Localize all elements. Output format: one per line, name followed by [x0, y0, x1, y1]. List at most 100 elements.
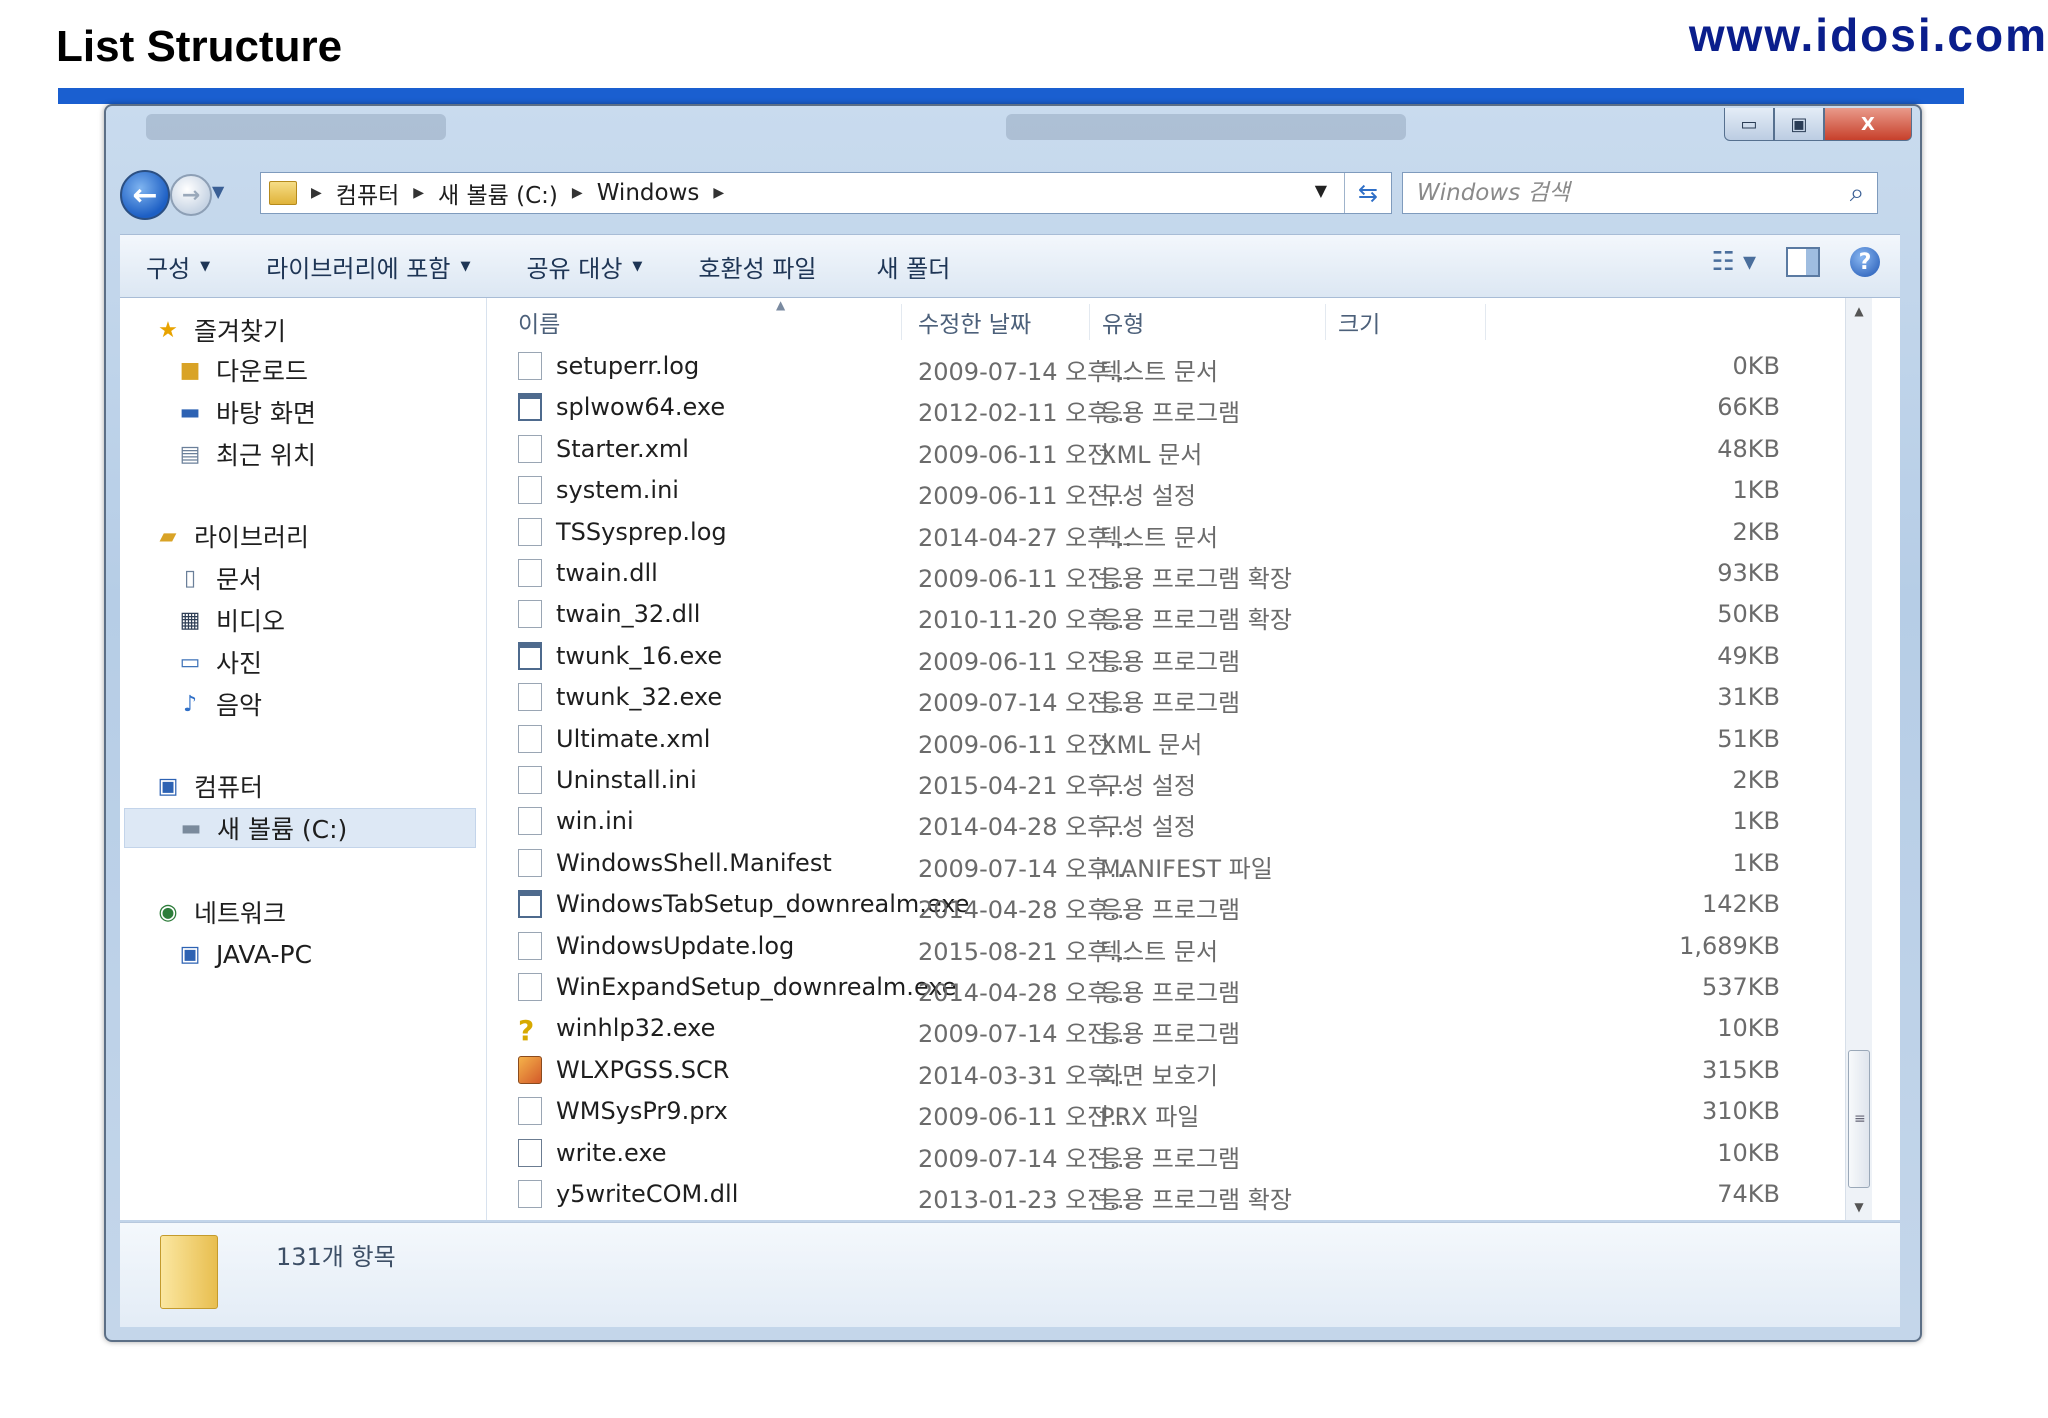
close-button[interactable]: X [1824, 108, 1912, 141]
file-row[interactable]: Uninstall.ini 2015-04-21 오후... 구성 설정 2KB [488, 762, 1780, 802]
preview-pane-icon[interactable] [1786, 247, 1820, 277]
breadcrumb-windows[interactable]: Windows [597, 180, 700, 206]
scrollbar-thumb[interactable]: ≡ [1848, 1050, 1870, 1188]
log-file-icon [518, 517, 542, 546]
breadcrumb-separator-icon[interactable]: ▶ [413, 185, 424, 201]
file-row[interactable]: twain_32.dll 2010-11-20 오후... 응용 프로그램 확장 50… [488, 596, 1780, 636]
file-row[interactable]: twain.dll 2009-06-11 오전... 응용 프로그램 확장 93KB [488, 555, 1780, 595]
log-file-icon [518, 848, 542, 877]
address-bar[interactable]: ▶ 컴퓨터 ▶ 새 볼륨 (C:) ▶ Windows ▶ ▼ ⇆ [260, 172, 1392, 214]
search-box: ⌕ [1402, 172, 1878, 214]
file-row[interactable]: TSSysprep.log 2014-04-27 오후... 텍스트 문서 2KB [488, 514, 1780, 554]
file-row[interactable]: write.exe 2009-07-14 오전... 응용 프로그램 10KB [488, 1135, 1780, 1175]
file-row[interactable]: twunk_32.exe 2009-07-14 오전... 응용 프로그램 31KB [488, 679, 1780, 719]
chevron-down-icon: ▼ [200, 258, 211, 274]
nav-item-label: 최근 위치 [216, 441, 316, 470]
file-size: 1,689KB [1679, 931, 1780, 960]
nav-item-java-pc[interactable]: ▣ JAVA-PC [176, 936, 312, 972]
file-name: twain_32.dll [556, 600, 701, 629]
vertical-scrollbar[interactable]: ▲ ≡ ▼ [1845, 298, 1872, 1220]
nav-item-documents[interactable]: ▯ 문서 [176, 560, 262, 596]
nav-item-music[interactable]: ♪ 음악 [176, 686, 262, 722]
recent-pages-dropdown[interactable]: ▼ [212, 182, 224, 201]
write-file-icon [518, 1138, 542, 1167]
column-header-date[interactable]: 수정한 날짜 [906, 304, 1090, 340]
address-dropdown-icon[interactable]: ▼ [1315, 181, 1327, 200]
log-file-icon [518, 352, 542, 380]
column-header-size[interactable]: 크기 [1326, 304, 1486, 340]
nav-item-videos[interactable]: ▦ 비디오 [176, 602, 285, 638]
file-type: 응용 프로그램 확장 [1100, 1186, 1292, 1214]
forward-button[interactable]: → [170, 174, 212, 216]
file-name: Uninstall.ini [556, 766, 697, 794]
share-with-menu[interactable]: 공유 대상 ▼ [526, 249, 642, 284]
scroll-down-icon[interactable]: ▼ [1846, 1194, 1872, 1220]
file-size: 1KB [1732, 807, 1780, 836]
nav-computer[interactable]: ▣ 컴퓨터 [154, 768, 263, 804]
computer-icon: ▣ [179, 941, 201, 967]
back-button[interactable]: ← [120, 170, 170, 220]
maximize-button[interactable]: ▣ [1774, 108, 1824, 141]
scroll-up-icon[interactable]: ▲ [1846, 298, 1872, 324]
nav-computer-label: 컴퓨터 [194, 773, 264, 802]
nav-item-recent-places[interactable]: ▤ 최근 위치 [176, 436, 316, 472]
search-icon[interactable]: ⌕ [1837, 178, 1877, 209]
nav-item-label: 음악 [216, 691, 263, 720]
grip-icon: ≡ [1854, 1111, 1866, 1127]
file-size: 10KB [1717, 1014, 1780, 1043]
nav-favorites[interactable]: ★ 즐겨찾기 [154, 312, 286, 348]
breadcrumb-separator-icon[interactable]: ▶ [713, 185, 724, 201]
nav-item-downloads[interactable]: ■ 다운로드 [176, 352, 308, 388]
nav-libraries[interactable]: ▰ 라이브러리 [154, 518, 309, 554]
file-name: win.ini [556, 807, 634, 836]
explorer-window: ▭ ▣ X ← → ▼ ▶ 컴퓨터 ▶ 새 볼륨 (C:) ▶ Windows … [104, 104, 1922, 1342]
nav-network[interactable]: ◉ 네트워크 [154, 894, 286, 930]
column-header-name[interactable]: 이름 ▲ [506, 298, 902, 340]
file-row[interactable]: WindowsUpdate.log 2015-08-21 오후... 텍스트 문서 1… [488, 928, 1780, 968]
breadcrumb-separator-icon[interactable]: ▶ [572, 185, 583, 201]
file-row[interactable]: win.ini 2014-04-28 오후... 구성 설정 1KB [488, 803, 1780, 843]
navigation-row: ← → ▼ ▶ 컴퓨터 ▶ 새 볼륨 (C:) ▶ Windows ▶ ▼ ⇆ … [120, 168, 1908, 220]
file-row[interactable]: y5writeCOM.dll 2013-01-23 오전... 응용 프로그램 확장… [488, 1176, 1780, 1216]
file-name: twunk_32.exe [556, 683, 723, 712]
breadcrumb-separator-icon[interactable]: ▶ [311, 185, 322, 201]
file-type: 구성 설정 [1100, 482, 1196, 511]
share-with-label: 공유 대상 [526, 254, 623, 283]
pictures-icon: ▭ [179, 649, 201, 675]
file-name: WindowsTabSetup_downrealm.exe [556, 890, 970, 919]
search-input[interactable] [1415, 179, 1837, 207]
file-size: 310KB [1701, 1097, 1780, 1126]
file-size: 1KB [1732, 848, 1780, 877]
compatibility-files-button[interactable]: 호환성 파일 [698, 249, 816, 284]
refresh-button[interactable]: ⇆ [1344, 173, 1391, 213]
file-row[interactable]: WindowsShell.Manifest 2009-07-14 오후... MAN… [488, 845, 1780, 885]
item-count: 131개 항목 [276, 1243, 396, 1271]
file-size: 315KB [1701, 1055, 1780, 1084]
file-row[interactable]: Ultimate.xml 2009-06-11 오전... XML 문서 51KB [488, 721, 1780, 761]
change-view-icon[interactable]: ☷ ▾ [1711, 247, 1756, 277]
file-row[interactable]: system.ini 2009-06-11 오전... 구성 설정 1KB [488, 472, 1780, 512]
downloads-folder-icon: ■ [179, 357, 201, 383]
file-row[interactable]: WindowsTabSetup_downrealm.exe 2014-04-28 … [488, 886, 1780, 926]
nav-item-label: 비디오 [216, 607, 286, 636]
nav-item-volume-c[interactable]: ▬ 새 볼륨 (C:) [124, 808, 476, 848]
file-row[interactable]: WinExpandSetup_downrealm.exe 2014-04-28 오… [488, 969, 1780, 1009]
new-folder-button[interactable]: 새 폴더 [876, 249, 950, 284]
file-row[interactable]: WMSysPr9.prx 2009-06-11 오전... PRX 파일 310KB [488, 1093, 1780, 1133]
scr-file-icon [518, 1055, 542, 1084]
help-icon[interactable]: ? [1850, 247, 1880, 277]
minimize-button[interactable]: ▭ [1724, 108, 1774, 141]
nav-item-desktop[interactable]: ▬ 바탕 화면 [176, 394, 316, 430]
file-row[interactable]: splwow64.exe 2012-02-11 오후... 응용 프로그램 66KB [488, 389, 1780, 429]
organize-menu[interactable]: 구성 ▼ [146, 249, 210, 284]
nav-item-pictures[interactable]: ▭ 사진 [176, 644, 262, 680]
column-header-type[interactable]: 유형 [1090, 304, 1326, 340]
breadcrumb-volume-c[interactable]: 새 볼륨 (C:) [438, 176, 558, 210]
file-row[interactable]: setuperr.log 2009-07-14 오후... 텍스트 문서 0KB [488, 348, 1780, 388]
file-row[interactable]: twunk_16.exe 2009-06-11 오전... 응용 프로그램 49KB [488, 638, 1780, 678]
file-row[interactable]: ? winhlp32.exe 2009-07-14 오전... 응용 프로그램 10KB [488, 1010, 1780, 1050]
file-row[interactable]: WLXPGSS.SCR 2014-03-31 오후... 화면 보호기 315KB [488, 1052, 1780, 1092]
file-row[interactable]: Starter.xml 2009-06-11 오전... XML 문서 48KB [488, 431, 1780, 471]
include-in-library-menu[interactable]: 라이브러리에 포함 ▼ [266, 249, 470, 284]
breadcrumb-computer[interactable]: 컴퓨터 [336, 176, 399, 210]
